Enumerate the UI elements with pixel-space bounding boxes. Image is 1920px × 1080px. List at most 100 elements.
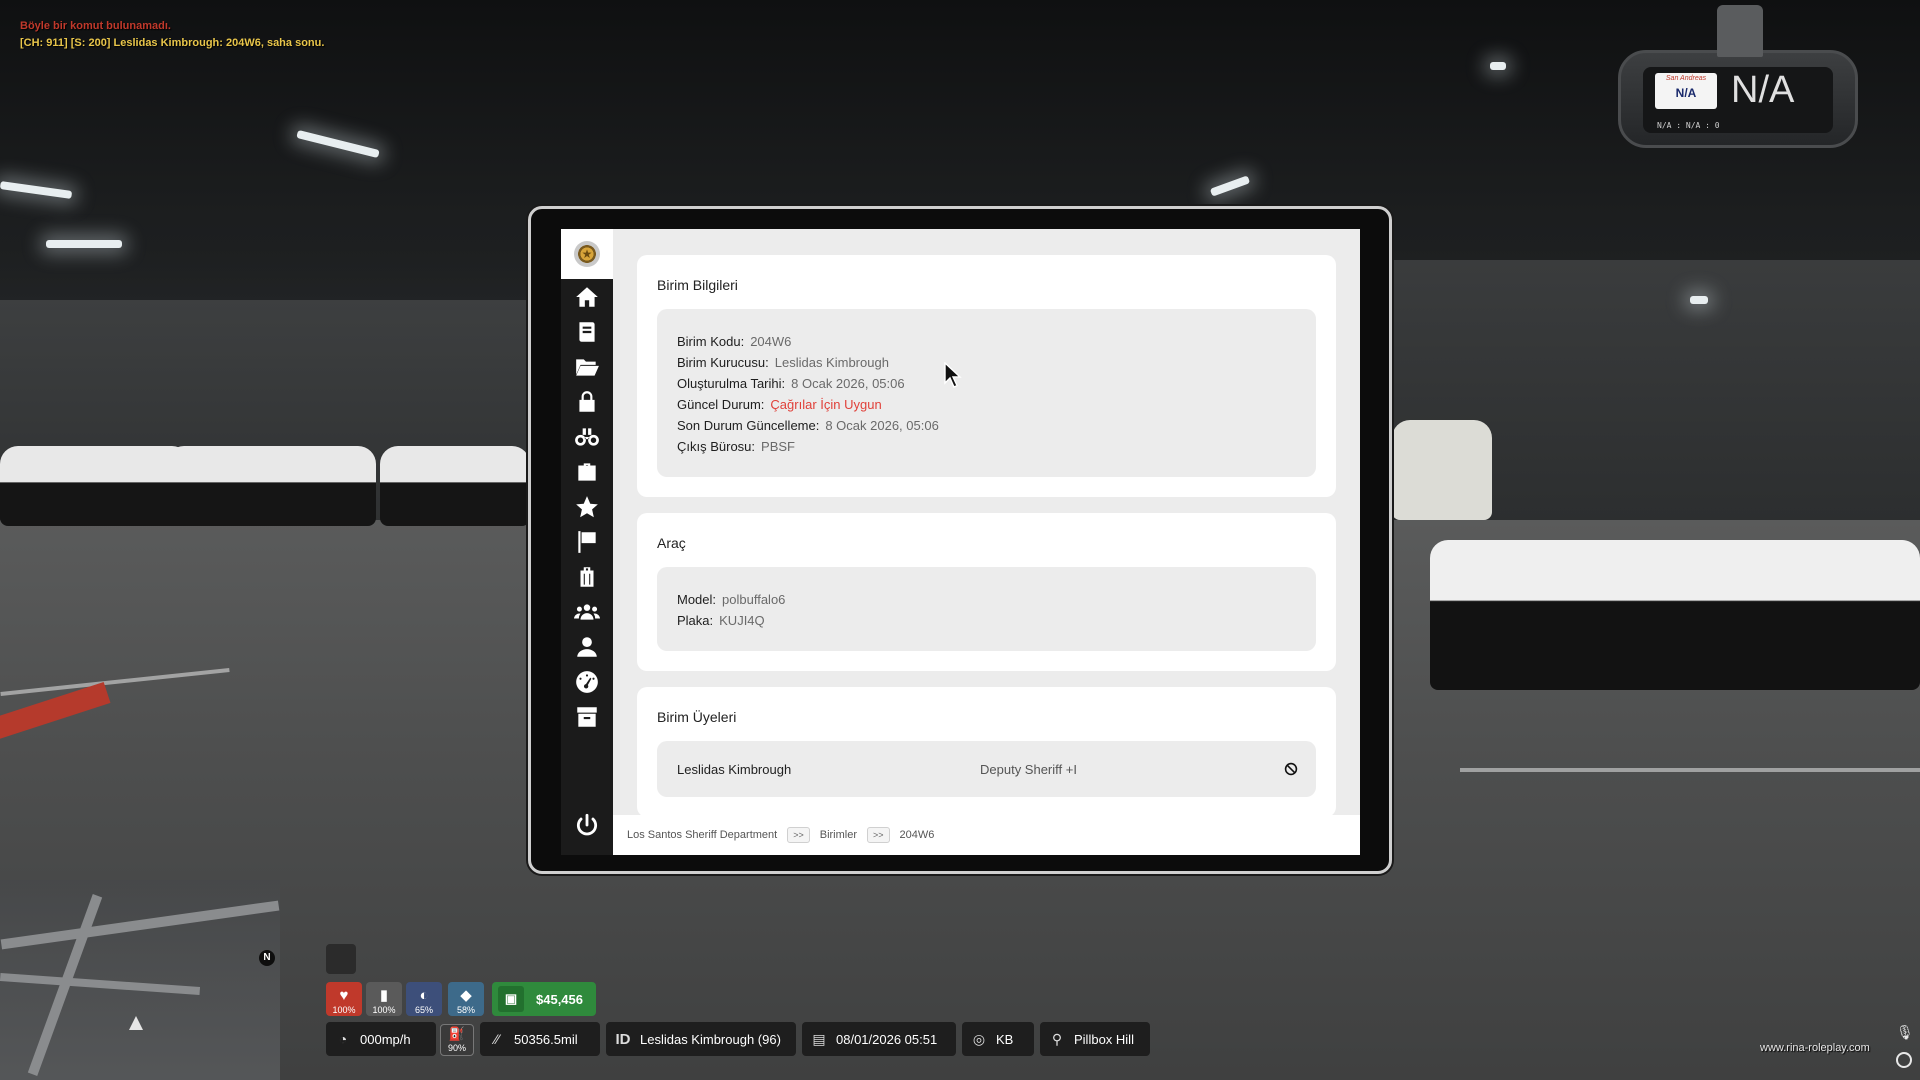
microphone-icon: 🎙: [1896, 1024, 1914, 1040]
server-watermark: www.rina-roleplay.com: [1760, 1042, 1870, 1054]
parked-police-car: [380, 446, 530, 526]
field-label: Plaka:: [677, 613, 714, 628]
field-value: Leslidas Kimbrough: [774, 355, 889, 370]
calendar-icon: ▤: [812, 1030, 826, 1047]
food-icon: ◐: [419, 987, 429, 1004]
field-label: Birim Kurucusu:: [677, 355, 769, 370]
parked-police-car: [0, 446, 190, 526]
chat-radio-line: [CH: 911] [S: 200] Leslidas Kimbrough: 2…: [20, 37, 325, 49]
health-stat: ♥ 100%: [326, 982, 362, 1016]
dashcam-big-readout: N/A: [1731, 69, 1795, 111]
armor-value: 100%: [372, 1005, 396, 1015]
sidebar-item-user[interactable]: [561, 629, 613, 664]
ceiling-lamp: [1690, 296, 1708, 304]
sidebar-item-dashboard[interactable]: [561, 664, 613, 699]
dashcam-small-readout: N/A : N/A : 0: [1657, 121, 1720, 130]
thirst-stat: ◆ 58%: [448, 982, 484, 1016]
breadcrumb-current-unit: 204W6: [899, 829, 935, 841]
field-value: 8 Ocak 2026, 05:06: [825, 418, 939, 433]
star-icon: [576, 495, 598, 517]
field-value: polbuffalo6: [722, 592, 786, 607]
dashcam-mount: [1717, 5, 1763, 57]
member-row: Leslidas Kimbrough Deputy Sheriff +I: [657, 741, 1316, 797]
field-label: Güncel Durum:: [677, 397, 765, 412]
status-value: Çağrılar İçin Uygun: [770, 397, 882, 412]
vehicle-card: Araç Model: polbuffalo6 Plaka: KUJI4Q: [637, 513, 1336, 671]
member-rank: Deputy Sheriff +I: [980, 761, 1077, 777]
sidebar-item-star[interactable]: [561, 489, 613, 524]
sidebar-item-briefcase[interactable]: [561, 454, 613, 489]
player-id-display: ID Leslidas Kimbrough (96): [606, 1022, 796, 1056]
lock-icon: [579, 390, 595, 412]
sidebar-item-folder[interactable]: [561, 349, 613, 384]
hunger-stat: ◐ 65%: [406, 982, 442, 1016]
home-icon: [576, 286, 598, 307]
flag-icon: [578, 530, 596, 553]
speed-display: ◔ 000mp/h: [326, 1022, 436, 1056]
datetime-display: ▤ 08/01/2026 05:51: [802, 1022, 956, 1056]
field-last-status-update: Son Durum Güncelleme: 8 Ocak 2026, 05:06: [677, 415, 1296, 436]
sidebar-item-archive[interactable]: [561, 699, 613, 734]
mouse-cursor-icon: [944, 362, 962, 388]
thirst-value: 58%: [456, 1005, 475, 1015]
user-icon: [577, 636, 597, 657]
members-title: Birim Üyeleri: [657, 709, 737, 725]
breadcrumb-separator: >>: [787, 827, 810, 843]
field-label: Birim Kodu:: [677, 334, 745, 349]
field-label: Son Durum Güncelleme:: [677, 418, 820, 433]
license-plate: San Andreas N/A: [1655, 73, 1717, 109]
voice-range-icon: [1896, 1052, 1912, 1068]
unit-info-card: Birim Bilgileri Birim Kodu: 204W6 Birim K…: [637, 255, 1336, 497]
field-label: Çıkış Bürosu:: [677, 439, 756, 454]
parking-line: [1460, 768, 1920, 772]
users-icon: [574, 603, 600, 620]
plate-number: N/A: [1675, 86, 1697, 100]
hud-empty-slot: [326, 944, 356, 974]
archive-icon: [577, 706, 597, 727]
sidebar-item-book[interactable]: [561, 314, 613, 349]
sidebar-item-home[interactable]: [561, 279, 613, 314]
parked-police-car: [1430, 540, 1920, 690]
sidebar-item-binoculars[interactable]: [561, 419, 613, 454]
fuel-display: ⛽ 90%: [440, 1024, 474, 1056]
speedometer-icon: ◔: [338, 1031, 348, 1047]
power-button[interactable]: [561, 805, 613, 845]
sidebar: ★: [561, 229, 613, 855]
dashcam-panel: San Andreas N/A N/A N/A : N/A : 0: [1618, 5, 1858, 148]
breadcrumb-separator: >>: [867, 827, 890, 843]
suitcase-icon: [580, 566, 594, 587]
health-value: 100%: [332, 1005, 356, 1015]
money-display: ▣ $45,456: [492, 982, 596, 1016]
map-pin-icon: ⚲: [1051, 1030, 1063, 1047]
odometer-value: 50356.5mil: [514, 1031, 578, 1047]
field-current-status: Güncel Durum: Çağrılar İçin Uygun: [677, 394, 1296, 415]
vehicle-title: Araç: [657, 535, 686, 551]
heart-icon: ♥: [339, 987, 349, 1004]
breadcrumb-department[interactable]: Los Santos Sheriff Department: [627, 829, 777, 841]
field-vehicle-plate: Plaka: KUJI4Q: [677, 610, 1296, 631]
sidebar-item-users[interactable]: [561, 594, 613, 629]
field-exit-bureau: Çıkış Bürosu: PBSF: [677, 436, 1296, 457]
field-value: 204W6: [750, 334, 792, 349]
field-label: Model:: [677, 592, 717, 607]
money-value: $45,456: [536, 991, 583, 1007]
sidebar-item-suitcase[interactable]: [561, 559, 613, 594]
ceiling-lamp: [1490, 62, 1506, 70]
members-card: Birim Üyeleri Leslidas Kimbrough Deputy …: [637, 687, 1336, 815]
field-created-date: Oluşturulma Tarihi: 8 Ocak 2026, 05:06: [677, 373, 1296, 394]
sidebar-item-lock[interactable]: [561, 384, 613, 419]
breadcrumb-units[interactable]: Birimler: [820, 829, 857, 841]
binoculars-icon: [575, 427, 599, 446]
sheriff-logo: ★: [561, 229, 613, 279]
direction-value: KB: [996, 1031, 1014, 1047]
sheriff-star-icon: ★: [574, 241, 600, 267]
sidebar-item-flag[interactable]: [561, 524, 613, 559]
field-value: KUJI4Q: [719, 613, 765, 628]
ceiling-lamp: [46, 240, 122, 248]
remove-member-icon[interactable]: [1284, 762, 1298, 776]
content-scroll-area[interactable]: Birim Bilgileri Birim Kodu: 204W6 Birim K…: [613, 229, 1360, 815]
north-indicator: N: [259, 950, 275, 966]
field-value: 8 Ocak 2026, 05:06: [791, 376, 905, 391]
unit-info-details: Birim Kodu: 204W6 Birim Kurucusu: Leslidas…: [657, 309, 1316, 477]
direction-display: ◎ KB: [962, 1022, 1034, 1056]
